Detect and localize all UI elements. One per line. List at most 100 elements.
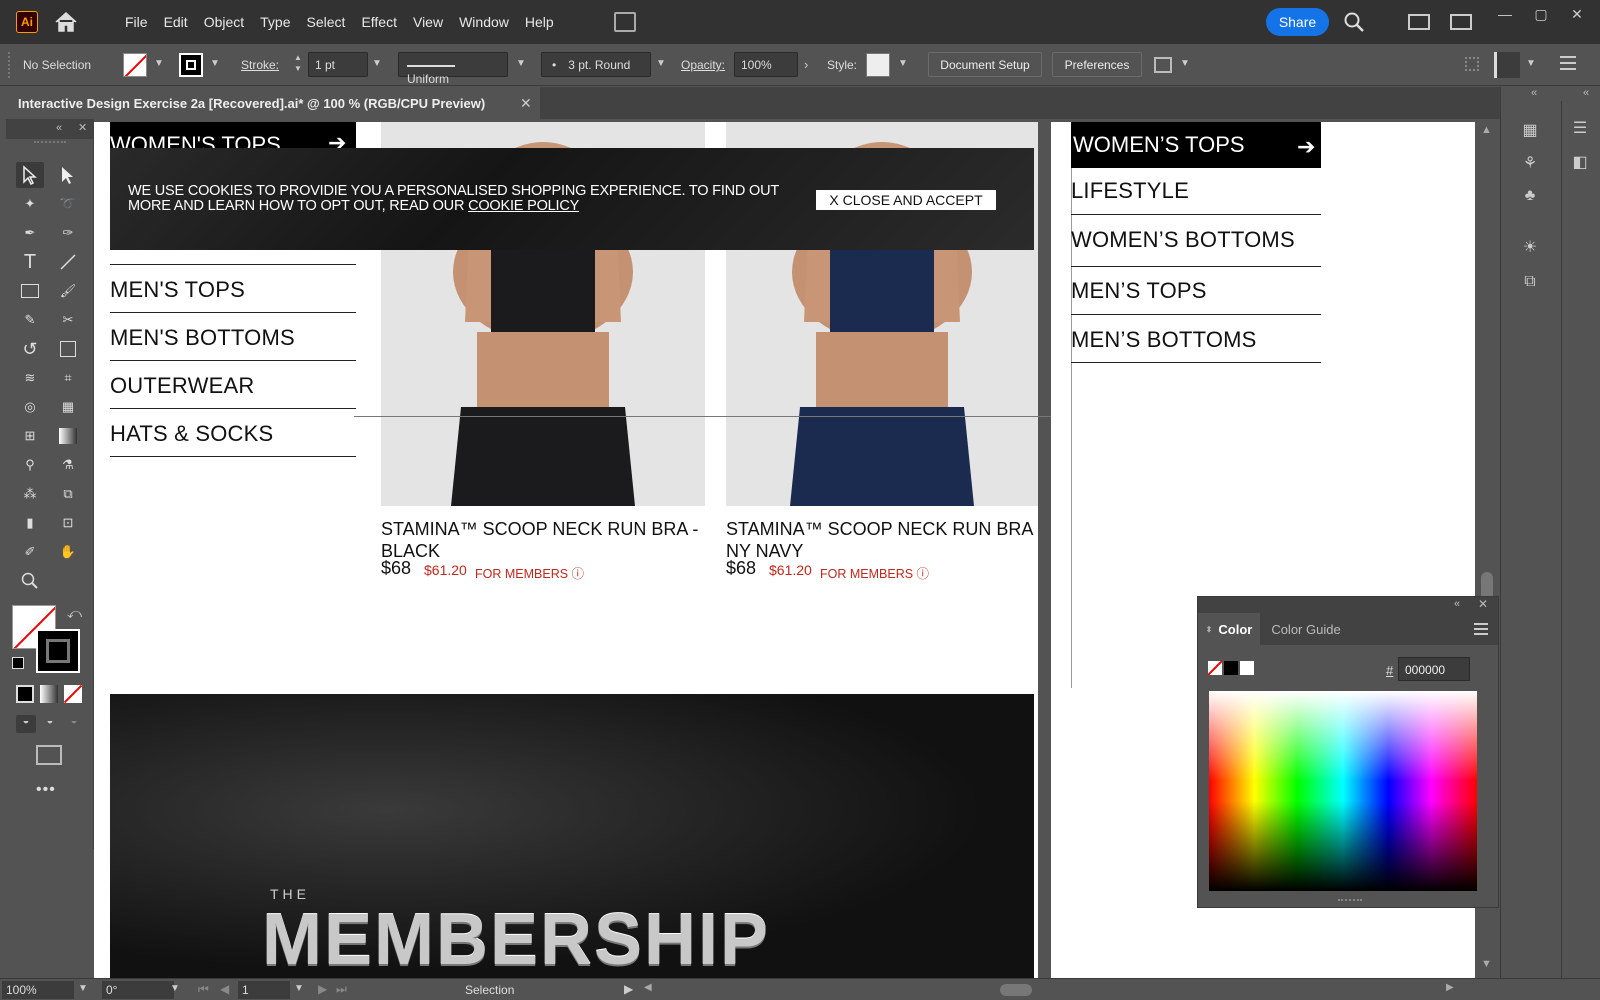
scroll-down-icon[interactable]: ▼ [1481, 958, 1492, 970]
product-name-black[interactable]: STAMINA™ SCOOP NECK RUN BRA - BLACK [381, 518, 711, 562]
stroke-color-swatch[interactable] [36, 629, 80, 673]
black-swatch[interactable] [1224, 661, 1238, 675]
line-tool-icon[interactable] [54, 249, 82, 275]
menu-object[interactable]: Object [196, 14, 252, 30]
quick-actions-dropdown-icon[interactable]: ▼ [1180, 58, 1190, 69]
draw-inside-icon[interactable]: ◒ [64, 715, 84, 733]
close-and-accept-button[interactable]: X CLOSE AND ACCEPT [816, 190, 996, 210]
rectangle-tool-icon[interactable] [16, 278, 44, 304]
width-tool-icon[interactable]: ≋ [16, 365, 44, 391]
color-mode-icon[interactable] [16, 685, 34, 703]
home-icon[interactable] [54, 11, 78, 33]
close-toolbar-icon[interactable]: ✕ [78, 121, 87, 134]
lasso-tool-icon[interactable]: ➰ [54, 191, 82, 217]
next-artboard-icon[interactable]: ▶ [318, 982, 327, 996]
brushes-icon[interactable]: ⚘ [1517, 150, 1543, 176]
hand-tool-icon[interactable]: ✋ [54, 539, 82, 565]
nav-lifestyle[interactable]: LIFESTYLE [1071, 178, 1189, 204]
slice-tool-icon[interactable]: ✐ [16, 539, 44, 565]
arrange-documents-icon[interactable] [614, 12, 636, 32]
nav-mens-bottoms[interactable]: MEN'S BOTTOMS [110, 325, 295, 351]
eyedropper-blend-tool-icon[interactable]: ⚲ [16, 452, 44, 478]
mesh-tool-icon[interactable]: ⊞ [16, 423, 44, 449]
horizontal-scrollbar[interactable]: ◀ ▶ [640, 981, 1464, 999]
search-icon[interactable] [1343, 11, 1365, 33]
nav-mens-tops[interactable]: MEN’S TOPS [1071, 278, 1207, 304]
collapse-toolbar-icon[interactable]: « [56, 122, 62, 134]
nav-hats-socks[interactable]: HATS & SOCKS [110, 421, 273, 447]
scroll-right-icon[interactable]: ▶ [1446, 982, 1454, 993]
eyedropper-tool-icon[interactable]: ⚗ [54, 452, 82, 478]
artboard-1[interactable]: WOMEN'S TOPS ➔ WE USE COOKIES TO PROVIDI… [94, 122, 1038, 978]
collapse-dock-icon-2[interactable]: « [1583, 87, 1589, 99]
product-name-navy[interactable]: STAMINA™ SCOOP NECK RUN BRA NY NAVY [726, 518, 1038, 562]
scale-tool-icon[interactable] [54, 336, 82, 362]
menu-effect[interactable]: Effect [353, 14, 405, 30]
direct-selection-tool-icon[interactable] [54, 162, 82, 188]
artboard-tool-icon[interactable]: ⊡ [54, 510, 82, 536]
maximize-icon[interactable]: ▢ [1528, 6, 1554, 24]
status-menu-icon[interactable]: ▶ [624, 982, 633, 996]
stroke-weight-field[interactable]: 1 pt [308, 52, 368, 77]
draw-behind-icon[interactable]: ◒ [40, 715, 60, 733]
style-swatch[interactable] [866, 53, 890, 77]
panel-layout-icon[interactable] [1450, 14, 1472, 30]
nav-womens-bottoms[interactable]: WOMEN’S BOTTOMS [1071, 227, 1295, 253]
panel-menu-icon[interactable] [1560, 56, 1576, 70]
transform-icon[interactable]: ⧉ [1517, 269, 1543, 295]
menu-edit[interactable]: Edit [156, 14, 196, 30]
opacity-field[interactable]: 100% [734, 52, 798, 77]
stroke-stepper[interactable]: ▲ ▼ [290, 52, 306, 77]
symbols-icon[interactable]: ♣ [1517, 183, 1543, 209]
panel-resize-grip[interactable] [1338, 899, 1362, 905]
perspective-grid-tool-icon[interactable]: ▦ [54, 394, 82, 420]
nav-mens-bottoms[interactable]: MEN’S BOTTOMS [1071, 327, 1257, 353]
artboard-dropdown-icon[interactable]: ▼ [294, 983, 304, 994]
stroke-weight-dropdown-icon[interactable]: ▼ [372, 58, 382, 69]
zoom-field[interactable]: 100% [2, 981, 74, 999]
toolbar-grip[interactable] [34, 141, 66, 145]
close-panel-icon[interactable]: ✕ [1478, 597, 1488, 611]
preferences-button[interactable]: Preferences [1052, 52, 1142, 77]
selection-tool-icon[interactable] [16, 162, 44, 188]
document-tab[interactable]: Interactive Design Exercise 2a [Recovere… [0, 87, 540, 119]
stroke-swatch[interactable] [179, 53, 203, 77]
hex-input[interactable]: 000000 [1398, 657, 1470, 681]
appearance-icon[interactable]: ☀ [1517, 234, 1543, 260]
tab-close-icon[interactable]: ✕ [520, 95, 532, 112]
zoom-tool-icon[interactable] [16, 568, 44, 594]
quick-actions-icon[interactable] [1154, 57, 1172, 73]
properties-icon[interactable]: ☰ [1567, 115, 1593, 141]
graph-tool-icon[interactable]: ⧉ [54, 481, 82, 507]
zoom-dropdown-icon[interactable]: ▼ [78, 983, 88, 994]
nav-mens-tops[interactable]: MEN'S TOPS [110, 277, 245, 303]
symbol-sprayer-tool-icon[interactable]: ⁂ [16, 481, 44, 507]
magic-wand-tool-icon[interactable]: ✦ [16, 191, 44, 217]
minimize-icon[interactable]: — [1492, 6, 1518, 24]
paintbrush-tool-icon[interactable]: 🖌 [54, 278, 82, 304]
libraries-icon[interactable]: ▦ [1517, 117, 1543, 143]
menu-help[interactable]: Help [517, 14, 562, 30]
pen-tool-icon[interactable]: ✒ [16, 220, 44, 246]
menu-window[interactable]: Window [451, 14, 517, 30]
grip-handle[interactable] [8, 52, 12, 78]
horizontal-scroll-thumb[interactable] [1000, 984, 1032, 996]
screen-mode-icon[interactable] [36, 745, 62, 765]
opacity-label[interactable]: Opacity: [681, 58, 725, 72]
tab-color-guide[interactable]: Color Guide [1260, 613, 1352, 645]
scroll-up-icon[interactable]: ▲ [1481, 124, 1492, 136]
color-spectrum[interactable] [1209, 691, 1477, 891]
member-label[interactable]: FOR MEMBERS ⓘ [820, 563, 929, 582]
panel-menu-icon[interactable] [1474, 623, 1488, 635]
menu-type[interactable]: Type [252, 14, 298, 30]
close-icon[interactable]: ✕ [1564, 6, 1590, 24]
more-tools-icon[interactable]: ••• [36, 781, 56, 799]
first-artboard-icon[interactable]: ⏮ [198, 982, 209, 997]
type-tool-icon[interactable]: T [16, 249, 44, 275]
scroll-left-icon[interactable]: ◀ [644, 982, 652, 993]
column-graph-tool-icon[interactable]: ▮ [16, 510, 44, 536]
none-swatch[interactable] [1208, 661, 1222, 675]
align-icon[interactable] [1465, 57, 1479, 71]
curvature-tool-icon[interactable]: ✑ [54, 220, 82, 246]
cookie-policy-link[interactable]: COOKIE POLICY [468, 198, 579, 214]
